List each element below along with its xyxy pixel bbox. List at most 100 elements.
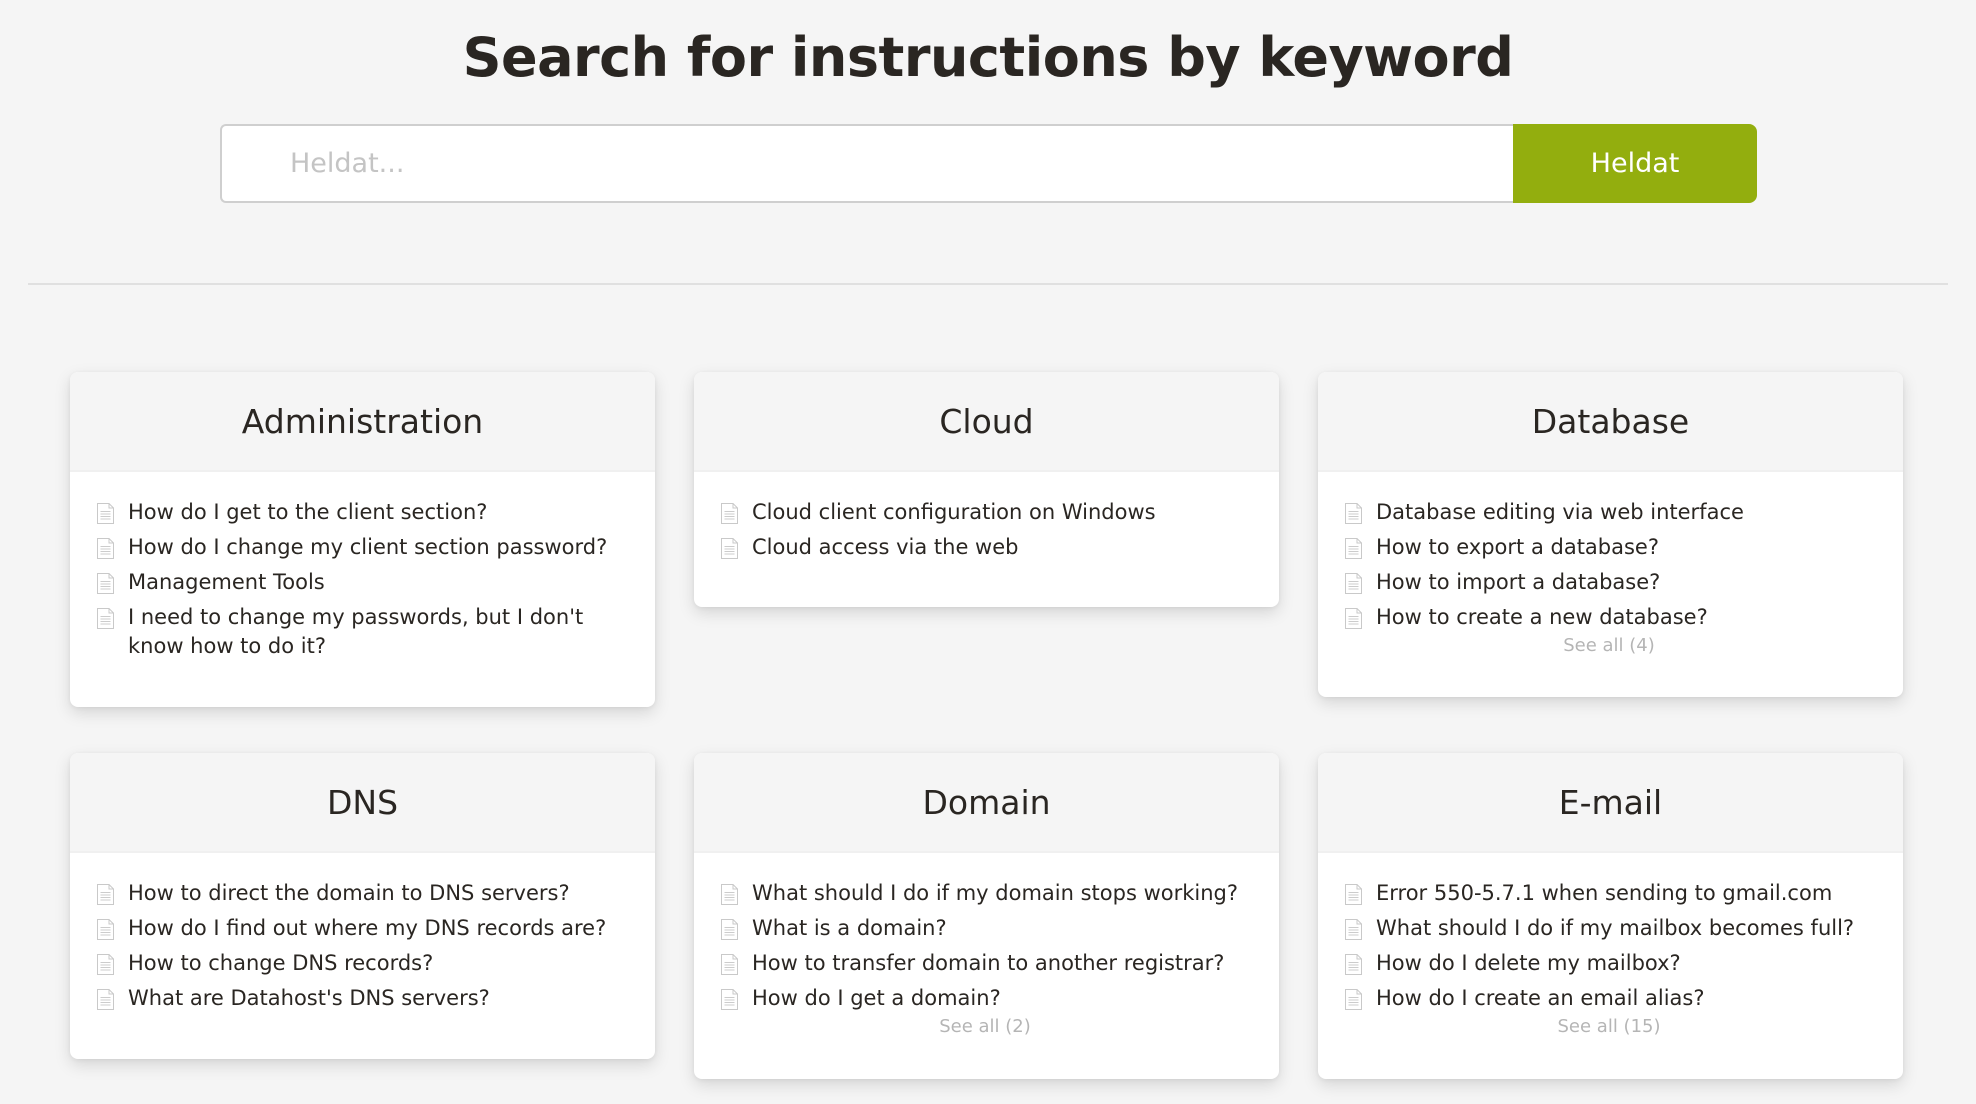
document-icon [721,884,738,905]
category-card-header: Domain [694,753,1279,853]
article-item: How to export a database? [1345,533,1873,562]
article-link[interactable]: What is a domain? [752,914,947,943]
document-icon [97,919,114,940]
see-all-link[interactable]: See all (4) [1345,634,1873,658]
article-link[interactable]: How do I get to the client section? [128,498,487,527]
article-link[interactable]: Cloud access via the web [752,533,1018,562]
article-link[interactable]: What are Datahost's DNS servers? [128,984,490,1013]
see-all-link[interactable]: See all (15) [1345,1015,1873,1039]
category-card-header: Administration [70,372,655,472]
document-icon [1345,884,1362,905]
document-icon [1345,573,1362,594]
document-icon [721,538,738,559]
article-item: Database editing via web interface [1345,498,1873,527]
category-title: Administration [241,401,484,441]
article-link[interactable]: How do I find out where my DNS records a… [128,914,606,943]
article-link[interactable]: What should I do if my domain stops work… [752,879,1238,908]
category-card-header: Cloud [694,372,1279,472]
search-button[interactable]: Heldat [1513,124,1757,203]
search-form: Heldat [220,124,1757,203]
see-all-link[interactable]: See all (2) [721,1015,1249,1039]
category-card-cloud: Cloud Cloud client configuration on Wind… [694,372,1279,607]
article-item: How do I get to the client section? [97,498,625,527]
article-list: How to direct the domain to DNS servers?… [97,879,625,1013]
category-card-e-mail: E-mail Error 550-5.7.1 when sending to g… [1318,753,1903,1079]
article-list: Cloud client configuration on Windows Clo… [721,498,1249,562]
category-title: E-mail [1558,782,1663,822]
category-title: DNS [326,782,399,822]
article-item: What should I do if my domain stops work… [721,879,1249,908]
document-icon [1345,503,1362,524]
article-link[interactable]: How do I delete my mailbox? [1376,949,1681,978]
article-link[interactable]: How to change DNS records? [128,949,433,978]
category-card-administration: Administration How do I get to the clien… [70,372,655,707]
document-icon [97,954,114,975]
article-link[interactable]: How do I get a domain? [752,984,1001,1013]
document-icon [721,989,738,1010]
article-link[interactable]: I need to change my passwords, but I don… [128,603,625,661]
page: Search for instructions by keyword Helda… [0,0,1976,1104]
article-item: How to direct the domain to DNS servers? [97,879,625,908]
article-item: How do I delete my mailbox? [1345,949,1873,978]
article-item: How to create a new database? [1345,603,1873,632]
document-icon [97,503,114,524]
article-link[interactable]: How do I change my client section passwo… [128,533,607,562]
article-item: How to import a database? [1345,568,1873,597]
article-item: Error 550-5.7.1 when sending to gmail.co… [1345,879,1873,908]
category-card-body: How to direct the domain to DNS servers?… [70,853,655,1013]
category-card-body: Error 550-5.7.1 when sending to gmail.co… [1318,853,1903,1039]
article-link[interactable]: How to direct the domain to DNS servers? [128,879,570,908]
article-link[interactable]: How to export a database? [1376,533,1659,562]
article-item: What are Datahost's DNS servers? [97,984,625,1013]
category-title: Domain [922,782,1051,822]
document-icon [1345,954,1362,975]
document-icon [97,608,114,629]
article-list: What should I do if my domain stops work… [721,879,1249,1013]
article-list: Error 550-5.7.1 when sending to gmail.co… [1345,879,1873,1013]
document-icon [721,954,738,975]
document-icon [721,919,738,940]
category-title: Database [1531,401,1690,441]
article-link[interactable]: What should I do if my mailbox becomes f… [1376,914,1854,943]
document-icon [1345,538,1362,559]
article-list: How do I get to the client section? How d… [97,498,625,661]
article-item: What should I do if my mailbox becomes f… [1345,914,1873,943]
article-link[interactable]: How to create a new database? [1376,603,1708,632]
category-card-header: E-mail [1318,753,1903,853]
document-icon [1345,989,1362,1010]
article-link[interactable]: How do I create an email alias? [1376,984,1704,1013]
article-item: How do I change my client section passwo… [97,533,625,562]
article-item: Management Tools [97,568,625,597]
category-title: Cloud [939,401,1034,441]
document-icon [97,573,114,594]
category-card-database: Database Database editing via web interf… [1318,372,1903,697]
article-item: I need to change my passwords, but I don… [97,603,625,661]
article-list: Database editing via web interface How to… [1345,498,1873,632]
document-icon [721,503,738,524]
article-item: How to change DNS records? [97,949,625,978]
article-item: How do I find out where my DNS records a… [97,914,625,943]
article-item: How do I create an email alias? [1345,984,1873,1013]
divider [28,283,1948,285]
article-link[interactable]: Database editing via web interface [1376,498,1744,527]
article-link[interactable]: Cloud client configuration on Windows [752,498,1156,527]
article-link[interactable]: Error 550-5.7.1 when sending to gmail.co… [1376,879,1832,908]
category-card-body: Database editing via web interface How to… [1318,472,1903,658]
article-item: What is a domain? [721,914,1249,943]
article-link[interactable]: Management Tools [128,568,325,597]
document-icon [1345,919,1362,940]
article-link[interactable]: How to transfer domain to another regist… [752,949,1224,978]
category-card-dns: DNS How to direct the domain to DNS serv… [70,753,655,1059]
article-link[interactable]: How to import a database? [1376,568,1660,597]
page-title: Search for instructions by keyword [462,26,1514,89]
category-card-header: DNS [70,753,655,853]
category-card-body: What should I do if my domain stops work… [694,853,1279,1039]
document-icon [97,989,114,1010]
category-card-body: How do I get to the client section? How d… [70,472,655,661]
category-card-domain: Domain What should I do if my domain sto… [694,753,1279,1079]
document-icon [1345,608,1362,629]
article-item: How to transfer domain to another regist… [721,949,1249,978]
category-card-body: Cloud client configuration on Windows Clo… [694,472,1279,562]
search-input[interactable] [220,124,1513,203]
article-item: Cloud client configuration on Windows [721,498,1249,527]
